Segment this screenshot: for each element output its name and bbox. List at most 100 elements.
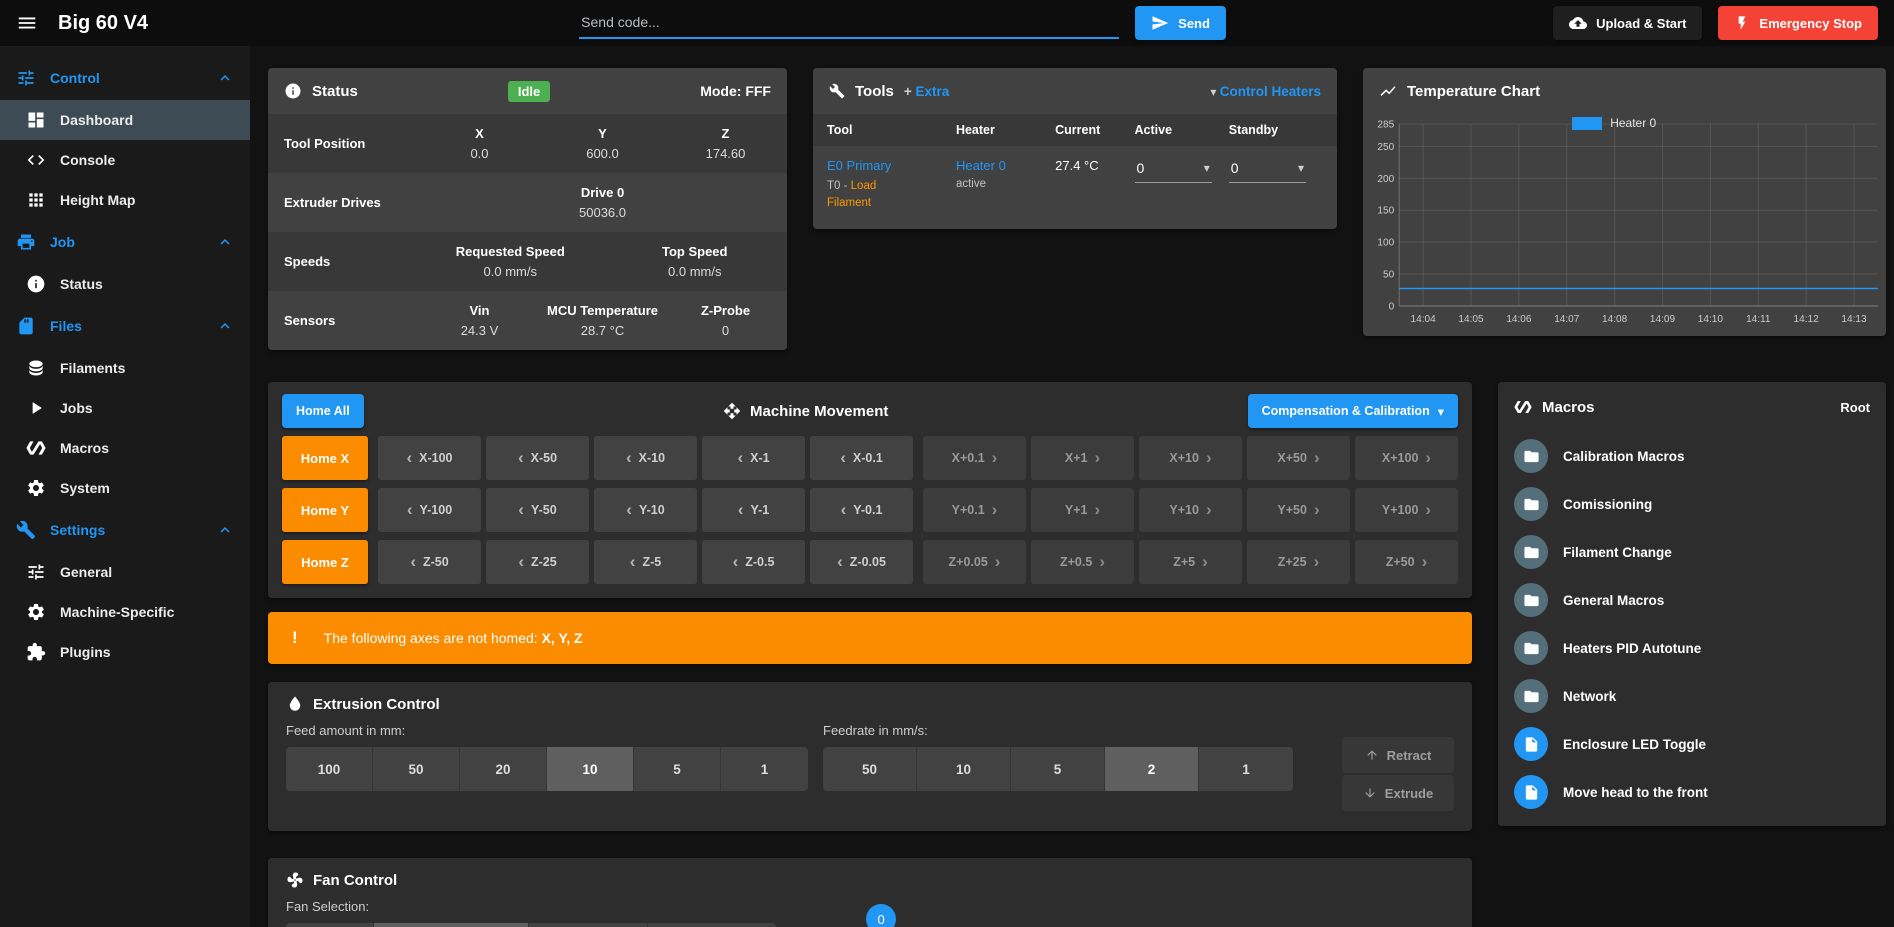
upload-start-button[interactable]: Upload & Start [1553,6,1702,40]
feedrate-button[interactable]: 1 [1199,747,1293,791]
extra-link[interactable]: Extra [904,84,949,99]
sidebar: Control Dashboard Console Height Map Job [0,46,250,927]
home-y-button[interactable]: Home Y [282,488,368,532]
fan-option-button[interactable]: Primary blower fan [374,923,529,927]
retract-button[interactable]: Retract [1342,737,1454,773]
fan-option-button[interactable]: Tool Fan [286,923,374,927]
jog-button[interactable]: X+10 [1139,436,1242,480]
jog-button[interactable]: X+0.1 [923,436,1026,480]
send-code-input[interactable] [579,7,1119,39]
sidebar-section-settings[interactable]: Settings [0,508,250,552]
sidebar-item[interactable]: Macros [0,428,250,468]
sidebar-item[interactable]: Console [0,140,250,180]
jog-button[interactable]: Y-50 [486,488,589,532]
sidebar-section-job[interactable]: Job [0,220,250,264]
jog-button[interactable]: Z-0.5 [702,540,805,584]
sidebar-item[interactable]: System [0,468,250,508]
jog-button[interactable]: Y+10 [1139,488,1242,532]
send-button[interactable]: Send [1135,6,1226,40]
heater-link[interactable]: Heater 0 [956,158,1055,173]
sidebar-section-files[interactable]: Files [0,304,250,348]
sidebar-item[interactable]: Filaments [0,348,250,388]
macro-item[interactable]: General Macros [1498,576,1886,624]
fan-option-button[interactable]: Enclosure LED [648,923,776,927]
tool-name-link[interactable]: E0 Primary [827,158,956,173]
feedrate-button[interactable]: 10 [917,747,1011,791]
feed-amount-button[interactable]: 100 [286,747,373,791]
feedrate-button[interactable]: 2 [1105,747,1199,791]
jog-button[interactable]: X+100 [1355,436,1458,480]
macro-item[interactable]: Calibration Macros [1498,432,1886,480]
jog-button[interactable]: Z-5 [594,540,697,584]
sidebar-item[interactable]: Plugins [0,632,250,672]
jog-button[interactable]: Z+5 [1139,540,1242,584]
jog-button[interactable]: X-50 [486,436,589,480]
feed-amount-button[interactable]: 20 [460,747,547,791]
tools-column-header: Heater [956,123,1055,137]
sidebar-item[interactable]: Jobs [0,388,250,428]
jog-button[interactable]: Y+100 [1355,488,1458,532]
control-heaters-link[interactable]: Control Heaters [1210,84,1321,99]
jog-button[interactable]: Y+0.1 [923,488,1026,532]
jog-button[interactable]: X+50 [1247,436,1350,480]
caret-down-icon: ▾ [1298,161,1304,175]
feed-amount-button[interactable]: 5 [634,747,721,791]
feed-amount-button[interactable]: 10 [547,747,634,791]
macros-panel: Macros Root Calibration Macros Comission… [1498,382,1886,826]
macro-item[interactable]: Enclosure LED Toggle [1498,720,1886,768]
home-x-button[interactable]: Home X [282,436,368,480]
tools-column-header: Tool [827,123,956,137]
jog-button[interactable]: Z+50 [1355,540,1458,584]
sidebar-item[interactable]: Height Map [0,180,250,220]
sidebar-item[interactable]: General [0,552,250,592]
macro-item[interactable]: Network [1498,672,1886,720]
macro-item[interactable]: Heaters PID Autotune [1498,624,1886,672]
jog-button[interactable]: Z-25 [486,540,589,584]
gear-icon [26,602,46,622]
jog-button[interactable]: Y-100 [378,488,481,532]
svg-text:14:13: 14:13 [1841,314,1867,325]
machine-state-badge: Idle [508,81,550,102]
fan-option-button[interactable]: Extruder LED [529,923,648,927]
home-all-button[interactable]: Home All [282,394,364,428]
jog-button[interactable]: X-100 [378,436,481,480]
jog-button[interactable]: Z+0.05 [923,540,1026,584]
macro-item[interactable]: Move head to the front [1498,768,1886,816]
jog-button[interactable]: Y+1 [1031,488,1134,532]
sidebar-item[interactable]: Dashboard [0,100,250,140]
emergency-stop-button[interactable]: Emergency Stop [1718,6,1878,40]
feedrate-button[interactable]: 50 [823,747,917,791]
hamburger-menu-icon[interactable] [16,12,38,34]
jog-button[interactable]: Z+25 [1247,540,1350,584]
jog-button[interactable]: Y-10 [594,488,697,532]
sidebar-section-control[interactable]: Control [0,56,250,100]
feed-amount-button[interactable]: 50 [373,747,460,791]
jog-button[interactable]: Z-0.05 [810,540,913,584]
macro-item[interactable]: Comissioning [1498,480,1886,528]
jog-button[interactable]: Z-50 [378,540,481,584]
macro-item[interactable]: Filament Change [1498,528,1886,576]
jog-button[interactable]: X-1 [702,436,805,480]
folder-icon [1523,592,1540,609]
jog-button[interactable]: Y-0.1 [810,488,913,532]
tool-row: E0 Primary T0 - Load Filament Heater 0 a… [813,146,1337,229]
status-cell: Top Speed0.0 mm/s [603,244,788,279]
status-row: Extruder Drives Drive 050036.0 [268,173,787,232]
temperature-chart-plot: 28525020015010050014:0414:0514:0614:0714… [1363,114,1886,330]
sidebar-item[interactable]: Status [0,264,250,304]
standby-temp-select[interactable]: 0 ▾ [1229,158,1306,183]
home-z-button[interactable]: Home Z [282,540,368,584]
jog-button[interactable]: Y+50 [1247,488,1350,532]
jog-button[interactable]: Z+0.5 [1031,540,1134,584]
jog-button[interactable]: X-0.1 [810,436,913,480]
compensation-calibration-button[interactable]: Compensation & Calibration ▾ [1248,394,1458,428]
svg-text:14:11: 14:11 [1746,314,1771,325]
jog-button[interactable]: X-10 [594,436,697,480]
extrude-button[interactable]: Extrude [1342,775,1454,811]
sidebar-item[interactable]: Machine-Specific [0,592,250,632]
feedrate-button[interactable]: 5 [1011,747,1105,791]
feed-amount-button[interactable]: 1 [721,747,808,791]
active-temp-select[interactable]: 0 ▾ [1135,158,1212,183]
jog-button[interactable]: X+1 [1031,436,1134,480]
jog-button[interactable]: Y-1 [702,488,805,532]
